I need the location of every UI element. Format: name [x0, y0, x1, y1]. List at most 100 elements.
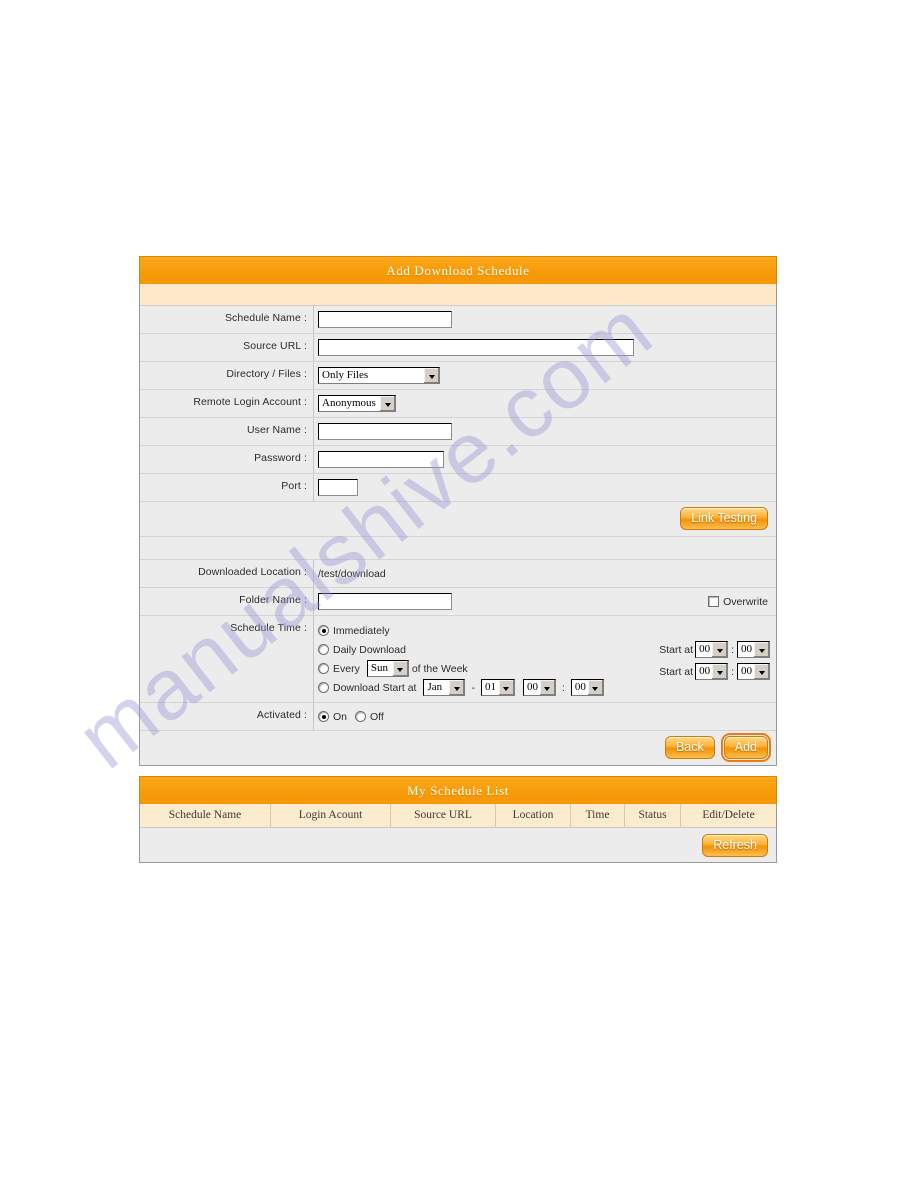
- chevron-down-icon: [497, 680, 514, 695]
- row-remote-login-account: Remote Login Account : Anonymous: [140, 390, 776, 418]
- specific-hour-select[interactable]: 00: [522, 679, 556, 696]
- row-activated: Activated : On Off: [140, 703, 776, 731]
- row-downloaded-location: Downloaded Location : /test/download: [140, 560, 776, 588]
- label-directory-files: Directory / Files :: [140, 362, 314, 389]
- user-name-input[interactable]: [318, 423, 452, 440]
- label-remote-login-account: Remote Login Account :: [140, 390, 314, 417]
- schedule-list-header: Schedule Name Login Acount Source URL Lo…: [140, 804, 776, 828]
- weekly-minute-value: 00: [741, 665, 752, 677]
- column-source-url: Source URL: [391, 804, 496, 827]
- activated-on-option[interactable]: On: [318, 711, 347, 723]
- column-edit-delete: Edit/Delete: [702, 809, 755, 821]
- weekly-hour-select[interactable]: 00: [695, 663, 729, 680]
- radio-activated-off[interactable]: [355, 711, 367, 723]
- chevron-down-icon: [753, 664, 769, 679]
- label-port: Port :: [140, 474, 314, 501]
- specific-hour-value: 00: [526, 681, 538, 693]
- value-source-url: [314, 334, 776, 361]
- remote-login-account-select[interactable]: Anonymous: [318, 395, 396, 412]
- row-spacer: [140, 537, 776, 560]
- label-schedule-time: Schedule Time :: [140, 616, 314, 702]
- folder-name-input[interactable]: [318, 593, 452, 610]
- daily-time-colon: :: [731, 643, 734, 656]
- label-of-the-week: of the Week: [411, 662, 468, 675]
- chevron-down-icon: [538, 680, 555, 695]
- form-actions: Back Add: [140, 731, 776, 765]
- directory-files-select[interactable]: Only Files: [318, 367, 440, 384]
- radio-immediately[interactable]: [318, 625, 329, 636]
- specific-minute-value: 00: [574, 681, 586, 693]
- schedule-option-immediately[interactable]: Immediately: [318, 621, 652, 640]
- label-user-name: User Name :: [140, 418, 314, 445]
- refresh-button[interactable]: Refresh: [702, 833, 768, 857]
- value-remote-login-account: Anonymous: [314, 390, 776, 417]
- back-button[interactable]: Back: [664, 736, 715, 759]
- overwrite-checkbox[interactable]: [708, 596, 720, 608]
- day-select[interactable]: 01: [480, 679, 515, 696]
- row-source-url: Source URL :: [140, 334, 776, 362]
- radio-weekly[interactable]: [318, 663, 329, 674]
- weekday-value: Sun: [370, 662, 388, 674]
- schedule-option-weekly[interactable]: Every Sun of the Week: [318, 659, 652, 678]
- weekly-minute-select[interactable]: 00: [737, 663, 770, 680]
- schedule-list-section: My Schedule List Schedule Name Login Aco…: [139, 776, 777, 863]
- daily-minute-select[interactable]: 00: [737, 641, 770, 658]
- label-schedule-name: Schedule Name :: [140, 306, 314, 333]
- add-button[interactable]: Add: [720, 733, 772, 762]
- overwrite-checkbox-group[interactable]: Overwrite: [708, 596, 768, 608]
- start-time-row-daily: Start at 00 : 00: [652, 640, 772, 659]
- column-time: Time: [571, 804, 625, 827]
- start-at-label-weekly: Start at: [659, 665, 694, 678]
- month-select[interactable]: Jan: [423, 679, 466, 696]
- value-user-name: [314, 418, 776, 445]
- chevron-down-icon: [391, 661, 408, 676]
- specific-time-colon: :: [561, 681, 565, 694]
- radio-download-start-at[interactable]: [318, 682, 329, 693]
- activated-off-option[interactable]: Off: [355, 711, 384, 723]
- weekly-time-colon: :: [731, 665, 734, 678]
- schedule-time-wrap: Immediately Daily Download Every Sun of …: [318, 621, 776, 697]
- start-at-label-daily: Start at: [659, 643, 694, 656]
- daily-minute-value: 00: [741, 643, 752, 655]
- add-schedule-title: Add Download Schedule: [139, 256, 777, 284]
- row-password: Password :: [140, 446, 776, 474]
- value-folder-name: Overwrite: [314, 588, 776, 615]
- month-value: Jan: [427, 681, 443, 693]
- port-input[interactable]: [318, 479, 358, 496]
- schedule-option-specific[interactable]: Download Start at Jan - 01 00: 00: [318, 678, 652, 697]
- schedule-option-daily[interactable]: Daily Download: [318, 640, 652, 659]
- label-immediately: Immediately: [333, 624, 390, 637]
- directory-files-value: Only Files: [322, 369, 369, 381]
- weekday-select[interactable]: Sun: [366, 660, 409, 677]
- value-schedule-name: [314, 306, 776, 333]
- label-source-url: Source URL :: [140, 334, 314, 361]
- chevron-down-icon: [753, 642, 769, 657]
- remote-login-account-value: Anonymous: [322, 397, 376, 409]
- row-user-name: User Name :: [140, 418, 776, 446]
- value-activated: On Off: [314, 703, 776, 730]
- row-form-actions: Back Add: [140, 731, 776, 765]
- column-schedule-name: Schedule Name: [140, 804, 271, 827]
- schedule-name-input[interactable]: [318, 311, 452, 328]
- value-directory-files: Only Files: [314, 362, 776, 389]
- daily-hour-select[interactable]: 00: [695, 641, 729, 658]
- row-port: Port :: [140, 474, 776, 502]
- source-url-input[interactable]: [318, 339, 634, 356]
- weekly-hour-value: 00: [699, 665, 711, 677]
- page-content: Add Download Schedule Schedule Name : So…: [139, 256, 777, 863]
- password-input[interactable]: [318, 451, 444, 468]
- date-separator: -: [471, 681, 475, 694]
- label-password: Password :: [140, 446, 314, 473]
- row-folder-name: Folder Name : Overwrite: [140, 588, 776, 616]
- label-folder-name: Folder Name :: [140, 588, 314, 615]
- label-activated-on: On: [333, 710, 348, 723]
- panel-subbar: [140, 284, 776, 306]
- chevron-down-icon: [379, 396, 395, 411]
- specific-minute-select[interactable]: 00: [570, 679, 604, 696]
- label-download-start-at: Download Start at: [333, 681, 417, 694]
- radio-daily-download[interactable]: [318, 644, 329, 655]
- value-downloaded-location: /test/download: [318, 567, 386, 580]
- link-testing-button[interactable]: Link Testing: [680, 507, 768, 530]
- schedule-list-panel: Schedule Name Login Acount Source URL Lo…: [139, 804, 777, 863]
- radio-activated-on[interactable]: [318, 711, 329, 723]
